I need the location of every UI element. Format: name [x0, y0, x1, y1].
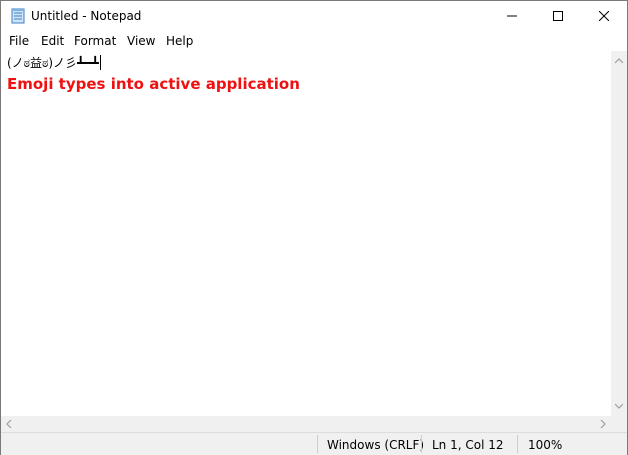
title-bar[interactable]: Untitled - Notepad — [1, 1, 627, 31]
menu-edit[interactable]: Edit — [41, 34, 64, 48]
horizontal-scrollbar[interactable] — [1, 416, 611, 432]
status-divider — [421, 435, 422, 453]
window-title: Untitled - Notepad — [31, 9, 142, 23]
status-divider — [517, 435, 518, 453]
menu-bar: File Edit Format View Help — [1, 31, 627, 51]
text-editor-area[interactable]: (ノಠ益ಠ)ノ彡┻━┻ Emoji types into active appl… — [1, 51, 611, 416]
vertical-scrollbar[interactable] — [611, 51, 627, 416]
maximize-icon — [553, 11, 563, 21]
minimize-icon — [507, 15, 517, 17]
status-bar: Windows (CRLF) Ln 1, Col 12 100% — [1, 432, 627, 455]
notepad-icon — [11, 8, 25, 24]
notepad-window: Untitled - Notepad File Edit Format View… — [0, 0, 628, 455]
scroll-down-icon[interactable] — [615, 402, 623, 410]
status-cursor-position: Ln 1, Col 12 — [432, 438, 504, 452]
text-caret — [99, 55, 101, 70]
editor-text-line: (ノಠ益ಠ)ノ彡┻━┻ — [7, 54, 101, 71]
scroll-left-icon[interactable] — [5, 420, 13, 428]
scrollbar-corner — [611, 416, 627, 432]
scroll-right-icon[interactable] — [599, 420, 607, 428]
typed-emoticon: (ノಠ益ಠ)ノ彡┻━┻ — [7, 56, 99, 70]
menu-help[interactable]: Help — [166, 34, 193, 48]
minimize-button[interactable] — [489, 1, 535, 31]
close-icon — [599, 11, 609, 21]
status-divider — [317, 435, 318, 453]
annotation-caption: Emoji types into active application — [7, 75, 300, 93]
scroll-up-icon[interactable] — [615, 57, 623, 65]
maximize-button[interactable] — [535, 1, 581, 31]
status-zoom: 100% — [528, 438, 563, 452]
menu-format[interactable]: Format — [74, 34, 116, 48]
menu-file[interactable]: File — [9, 34, 29, 48]
close-button[interactable] — [581, 1, 627, 31]
status-line-ending: Windows (CRLF) — [327, 438, 425, 452]
menu-view[interactable]: View — [127, 34, 155, 48]
